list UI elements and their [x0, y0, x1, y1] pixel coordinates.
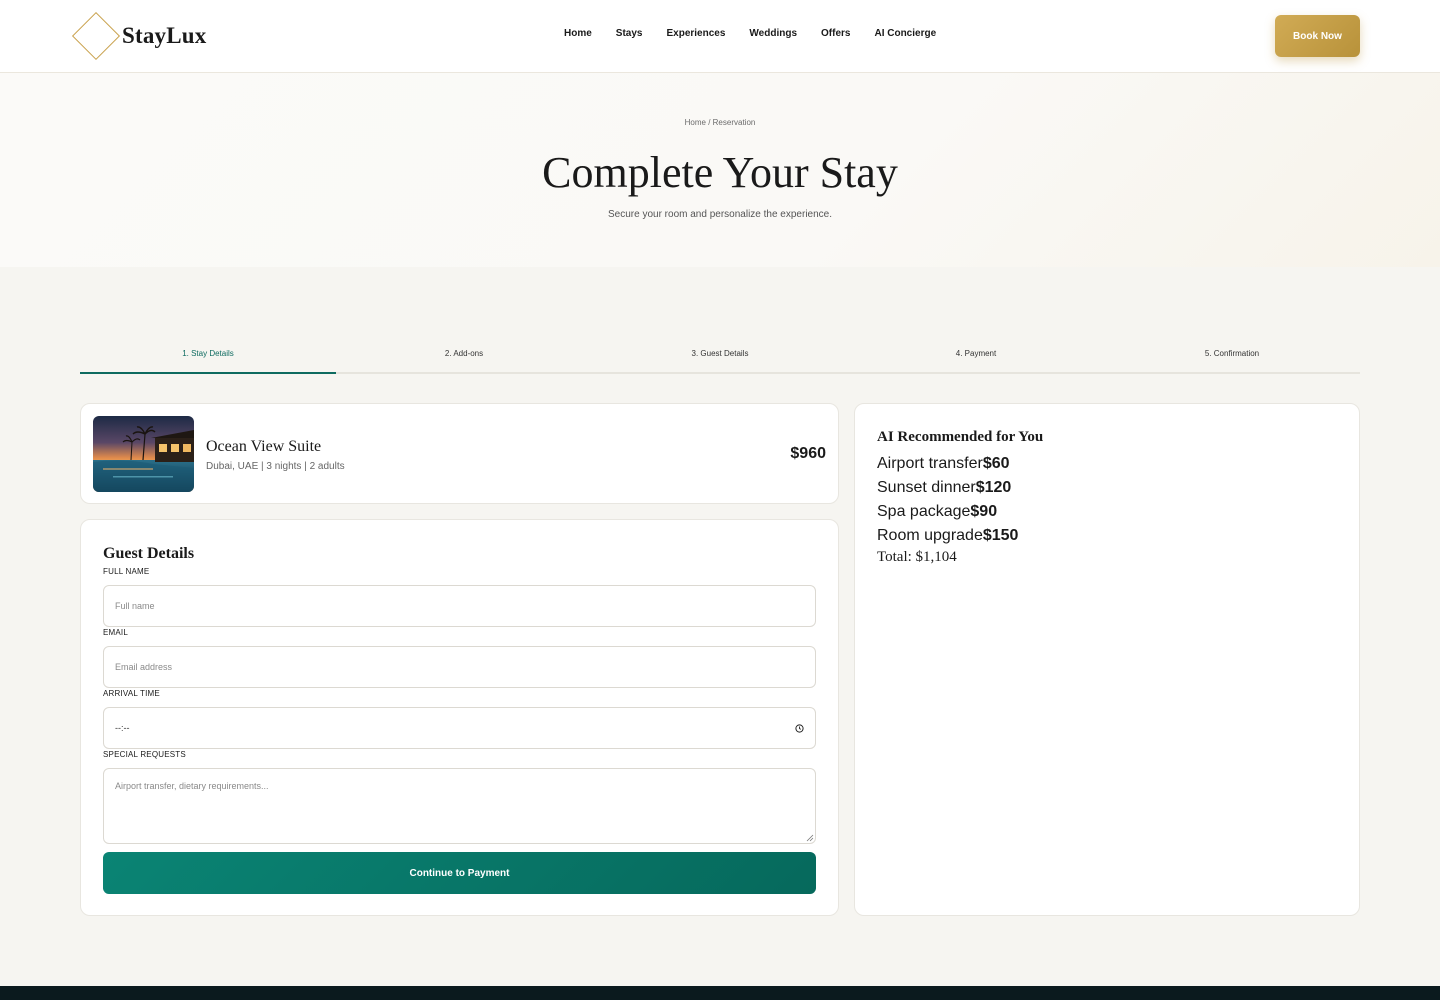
ai-recommendations-list: Airport transfer$60 Sunset dinner$120 Sp…	[877, 452, 1018, 548]
booking-steps: 1. Stay Details 2. Add-ons 3. Guest Deta…	[80, 346, 1360, 374]
recommendation-item[interactable]: Room upgrade$150	[877, 524, 1018, 548]
page-title: Complete Your Stay	[542, 148, 898, 197]
recommendations-total: Total: $1,104	[877, 549, 957, 565]
arrival-time-input[interactable]: --:--	[103, 707, 816, 749]
recommendation-name: Room upgrade	[877, 527, 983, 544]
arrival-time-value: --:--	[115, 723, 130, 733]
nav-stays[interactable]: Stays	[616, 28, 643, 39]
room-name: Ocean View Suite	[206, 438, 322, 455]
step-stay-details[interactable]: 1. Stay Details	[80, 346, 336, 374]
arrival-time-label: ARRIVAL TIME	[103, 689, 160, 698]
nav-ai-concierge[interactable]: AI Concierge	[874, 28, 936, 39]
logo[interactable]: StayLux	[71, 11, 207, 61]
nav-weddings[interactable]: Weddings	[749, 28, 797, 39]
continue-to-payment-button[interactable]: Continue to Payment	[103, 852, 816, 894]
clock-icon[interactable]	[795, 723, 804, 733]
room-meta: Dubai, UAE | 3 nights | 2 adults	[206, 461, 345, 472]
recommendation-item[interactable]: Spa package$90	[877, 500, 1018, 524]
book-now-button[interactable]: Book Now	[1275, 15, 1360, 57]
recommendation-name: Sunset dinner	[877, 479, 976, 496]
step-add-ons[interactable]: 2. Add-ons	[336, 346, 592, 372]
page-subtitle: Secure your room and personalize the exp…	[607, 209, 833, 220]
recommendation-item[interactable]: Sunset dinner$120	[877, 476, 1018, 500]
step-confirmation[interactable]: 5. Confirmation	[1104, 346, 1360, 372]
recommendation-price: $120	[975, 479, 1012, 496]
nav-home[interactable]: Home	[564, 28, 592, 39]
breadcrumb: Home / Reservation	[684, 118, 756, 127]
room-price: $960	[790, 445, 826, 462]
diamond-logo-icon	[71, 11, 121, 61]
nav-experiences[interactable]: Experiences	[666, 28, 725, 39]
recommendation-price: $60	[982, 455, 1010, 472]
step-payment[interactable]: 4. Payment	[848, 346, 1104, 372]
ai-recommendations-title: AI Recommended for You	[877, 429, 1044, 445]
recommendation-price: $90	[970, 503, 998, 520]
guest-details-form: Guest Details FULL NAME EMAIL ARRIVAL TI…	[80, 519, 839, 916]
room-photo	[93, 416, 194, 492]
nav-offers[interactable]: Offers	[821, 28, 850, 39]
main-nav: Home Stays Experiences Weddings Offers A…	[564, 28, 936, 39]
full-name-input[interactable]	[103, 585, 816, 627]
recommendation-name: Spa package	[877, 503, 971, 520]
step-guest-details[interactable]: 3. Guest Details	[592, 346, 848, 372]
site-header: StayLux Home Stays Experiences Weddings …	[0, 0, 1440, 73]
special-requests-wrapper	[103, 768, 816, 844]
full-name-label: FULL NAME	[103, 567, 150, 576]
recommendation-name: Airport transfer	[877, 455, 983, 472]
form-title: Guest Details	[103, 545, 195, 562]
room-summary-card: Ocean View Suite Dubai, UAE | 3 nights |…	[80, 403, 839, 504]
recommendation-price: $150	[982, 527, 1019, 544]
email-input[interactable]	[103, 646, 816, 688]
infinity-pool-sunset-image	[93, 416, 194, 492]
email-label: EMAIL	[103, 628, 129, 637]
brand-name: StayLux	[122, 23, 207, 48]
ai-recommendations-card: AI Recommended for You Airport transfer$…	[854, 403, 1360, 916]
hero: Home / Reservation Complete Your Stay Se…	[0, 73, 1440, 267]
recommendation-item[interactable]: Airport transfer$60	[877, 452, 1018, 476]
resize-handle-icon[interactable]	[806, 834, 814, 842]
site-footer	[0, 986, 1440, 1000]
special-requests-textarea[interactable]	[103, 768, 816, 844]
special-requests-label: SPECIAL REQUESTS	[103, 750, 186, 759]
